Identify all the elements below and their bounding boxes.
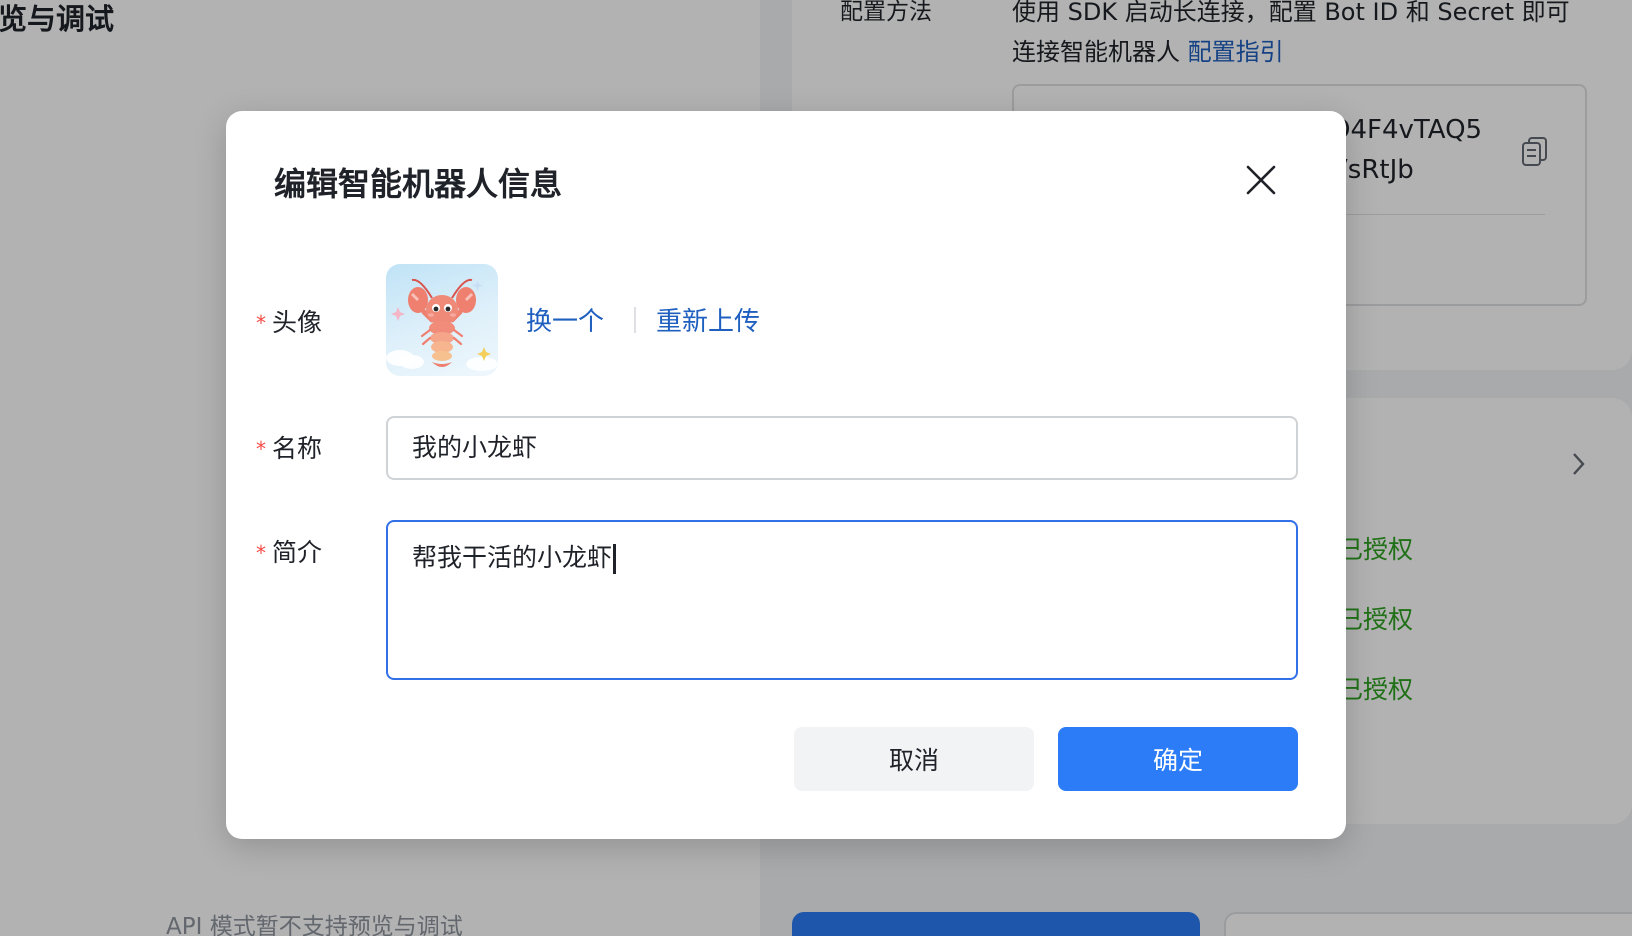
- link-divider: [634, 307, 636, 333]
- intro-label-text: 简介: [272, 538, 323, 567]
- lobster-avatar-image: [386, 278, 498, 371]
- change-avatar-link[interactable]: 换一个: [526, 301, 604, 338]
- close-icon[interactable]: [1244, 163, 1278, 197]
- intro-textarea[interactable]: 帮我干活的小龙虾: [386, 520, 1298, 680]
- name-label-text: 名称: [272, 434, 323, 463]
- avatar-label: * 头像: [256, 303, 322, 339]
- edit-bot-dialog: 编辑智能机器人信息 * 头像 换一个 重新上传 * 名称 我的小龙虾 * 简介 …: [226, 111, 1346, 839]
- name-input-value: 我的小龙虾: [412, 433, 538, 462]
- required-mark: *: [256, 437, 266, 461]
- intro-textarea-value: 帮我干活的小龙虾: [412, 543, 613, 572]
- reupload-avatar-link[interactable]: 重新上传: [656, 301, 760, 338]
- dialog-title: 编辑智能机器人信息: [274, 165, 563, 203]
- name-label: * 名称: [256, 429, 322, 465]
- avatar-label-text: 头像: [272, 308, 323, 337]
- required-mark: *: [256, 541, 266, 565]
- name-input[interactable]: 我的小龙虾: [386, 416, 1298, 480]
- avatar[interactable]: [386, 264, 498, 376]
- confirm-button[interactable]: 确定: [1058, 727, 1298, 791]
- required-mark: *: [256, 311, 266, 335]
- text-caret: [613, 544, 617, 574]
- cancel-button[interactable]: 取消: [794, 727, 1034, 791]
- intro-label: * 简介: [256, 533, 322, 569]
